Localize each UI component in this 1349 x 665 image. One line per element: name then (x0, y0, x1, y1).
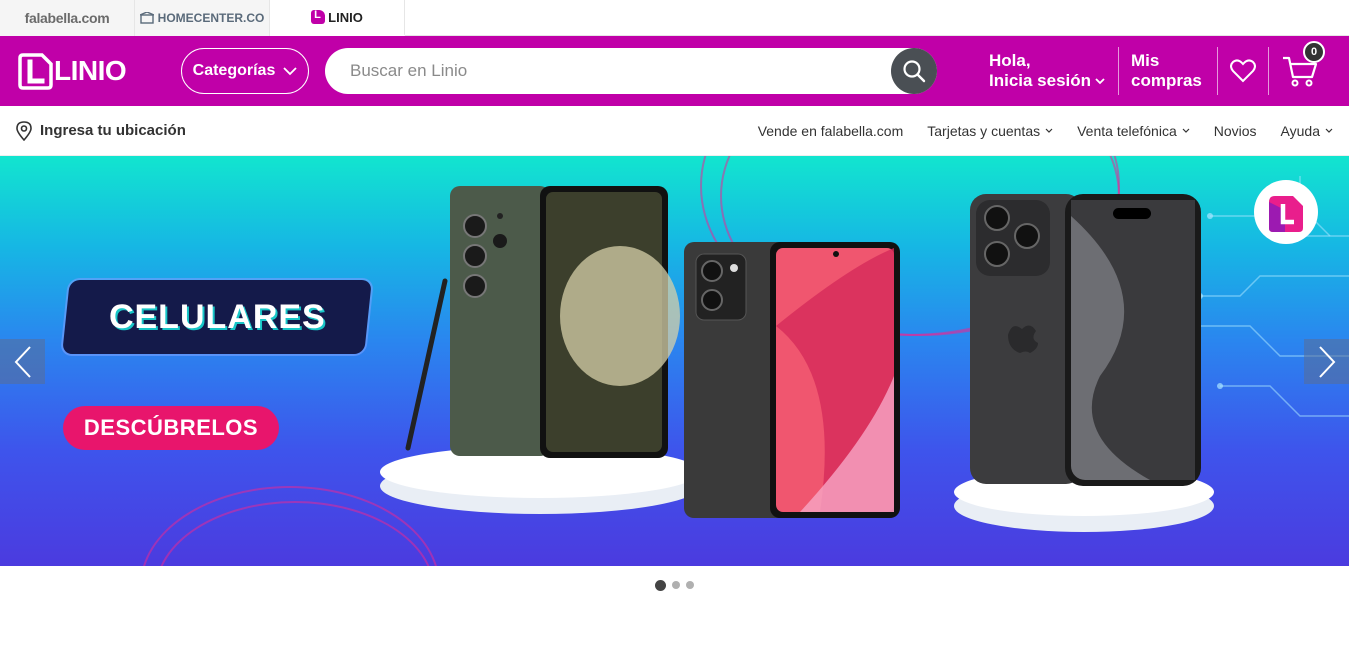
my-orders-link[interactable]: Mis compras (1119, 51, 1217, 91)
chevron-right-icon (1318, 345, 1335, 378)
search-button[interactable] (891, 48, 937, 94)
carousel-dots (0, 580, 1349, 591)
carousel-next-button[interactable] (1304, 339, 1349, 384)
orders-line1: Mis (1131, 51, 1160, 70)
chevron-left-icon (14, 345, 31, 378)
heart-icon (1230, 59, 1256, 83)
linio-logo[interactable]: LINIO (16, 52, 166, 90)
search-input[interactable] (325, 48, 891, 94)
chevron-down-icon (283, 66, 297, 75)
search-bar (325, 48, 937, 94)
categories-label: Categorías (192, 62, 276, 79)
store-icon (139, 12, 154, 24)
chevron-down-icon (1045, 128, 1053, 133)
banner-title-badge: CELULARES (62, 280, 372, 354)
carousel-dot-2[interactable] (672, 581, 680, 589)
orders-line2: compras (1131, 71, 1202, 90)
tab-linio[interactable]: LINIO (270, 0, 405, 36)
tab-falabella[interactable]: falabella.com (0, 0, 135, 36)
main-header: LINIO Categorías Hola, Inicia sesión Mis… (0, 36, 1349, 106)
login-label: Inicia sesión (989, 71, 1092, 90)
brand-strip: falabella.com HOMECENTER.CO LINIO (0, 0, 1349, 36)
linio-mini-logo-icon (311, 9, 326, 24)
sell-link[interactable]: Vende en falabella.com (758, 123, 904, 139)
login-menu[interactable]: Hola, Inicia sesión (989, 51, 1118, 91)
carousel-dot-1[interactable] (655, 580, 666, 591)
cart-button[interactable]: 0 (1269, 41, 1331, 87)
subnav-links: Vende en falabella.com Tarjetas y cuenta… (758, 123, 1333, 139)
phone-sales-label: Venta telefónica (1077, 122, 1177, 139)
wedding-link-label: Novios (1213, 122, 1257, 139)
categories-button[interactable]: Categorías (181, 48, 309, 94)
cards-menu-label: Tarjetas y cuentas (927, 122, 1041, 139)
location-label: Ingresa tu ubicación (40, 122, 186, 139)
cards-menu[interactable]: Tarjetas y cuentas (927, 123, 1053, 139)
search-icon (903, 60, 926, 83)
hero-banner[interactable]: CELULARES DESCÚBRELOS (0, 156, 1349, 566)
account-greeting: Hola, (989, 51, 1031, 70)
wedding-link[interactable]: Novios (1214, 123, 1257, 139)
location-pin-icon (16, 120, 32, 141)
tab-homecenter[interactable]: HOMECENTER.CO (135, 0, 270, 36)
help-menu-label: Ayuda (1280, 122, 1320, 139)
banner-title: CELULARES (108, 297, 326, 336)
help-menu[interactable]: Ayuda (1281, 123, 1333, 139)
discover-button[interactable]: DESCÚBRELOS (63, 406, 279, 450)
tab-falabella-label: falabella.com (24, 10, 110, 26)
cart-count-badge: 0 (1303, 41, 1325, 63)
tab-homecenter-label: HOMECENTER.CO (157, 11, 265, 25)
phone-sales-menu[interactable]: Venta telefónica (1077, 123, 1190, 139)
location-selector[interactable]: Ingresa tu ubicación (16, 120, 186, 141)
chevron-down-icon (1325, 128, 1333, 133)
carousel-dot-3[interactable] (686, 581, 694, 589)
linio-badge-logo (1254, 180, 1318, 244)
chevron-down-icon (1182, 128, 1190, 133)
wishlist-button[interactable] (1218, 59, 1268, 83)
chevron-down-icon (1095, 77, 1105, 84)
tab-linio-label: LINIO (328, 9, 363, 25)
phones-illustration (380, 186, 1214, 532)
sub-navigation: Ingresa tu ubicación Vende en falabella.… (0, 106, 1349, 156)
linio-tag-icon (1269, 196, 1303, 232)
carousel-prev-button[interactable] (0, 339, 45, 384)
sell-link-label: Vende en falabella.com (757, 122, 904, 139)
logo-text: LINIO (54, 55, 127, 86)
linio-logo-icon (18, 53, 53, 90)
